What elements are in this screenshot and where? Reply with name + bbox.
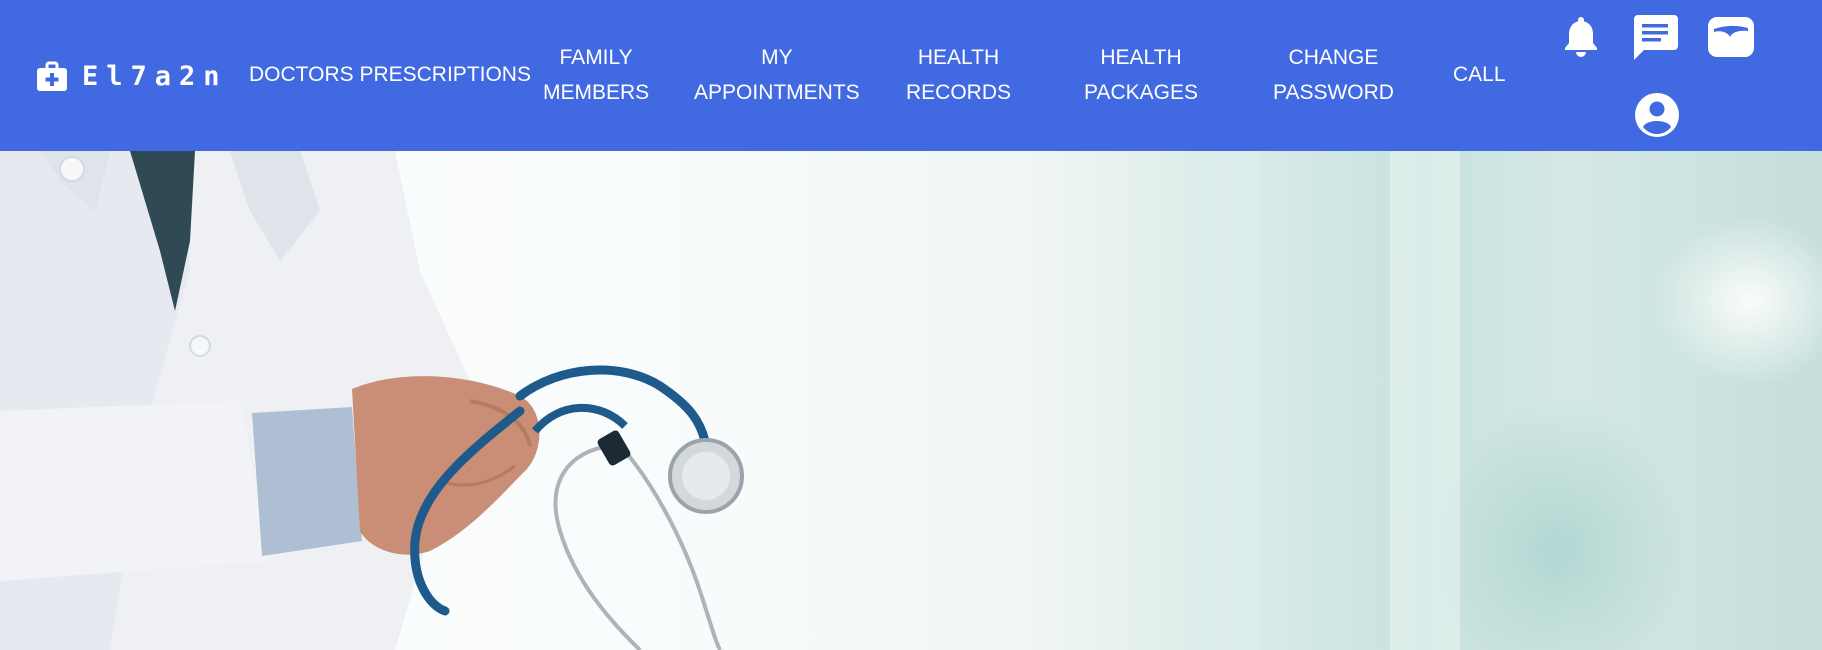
nav-label: CALL: [1453, 63, 1506, 86]
wallet-button[interactable]: [1708, 17, 1754, 57]
doctor-with-stethoscope-image: [0, 151, 1460, 650]
nav-label: MY: [761, 46, 793, 69]
chat-icon: [1634, 15, 1678, 60]
bell-icon: [1565, 17, 1597, 57]
hero-banner: [0, 151, 1822, 650]
nav-family-members[interactable]: FAMILY MEMBERS: [543, 40, 649, 110]
nav-label: FAMILY: [559, 46, 633, 69]
nav-change-password[interactable]: CHANGE PASSWORD: [1273, 40, 1394, 110]
nav-label: RECORDS: [906, 81, 1012, 104]
wallet-icon: [1708, 17, 1754, 57]
top-navbar: El7a2n DOCTORS PRESCRIPTIONS FAMILY MEMB…: [0, 0, 1822, 151]
notifications-button[interactable]: [1563, 15, 1599, 57]
messages-button[interactable]: [1632, 14, 1678, 60]
medical-kit-icon: [37, 61, 67, 91]
nav-health-packages[interactable]: HEALTH PACKAGES: [1084, 40, 1198, 110]
nav-label: HEALTH: [917, 46, 1000, 69]
brand-logo-link[interactable]: El7a2n: [36, 58, 228, 94]
nav-label: CHANGE: [1288, 46, 1379, 69]
account-icon: [1635, 93, 1679, 137]
account-button[interactable]: [1634, 92, 1680, 138]
nav-label: APPOINTMENTS: [694, 81, 860, 104]
nav-doctors-prescriptions[interactable]: DOCTORS PRESCRIPTIONS: [249, 57, 531, 92]
nav-label: HEALTH: [1100, 46, 1182, 69]
nav-label: PASSWORD: [1273, 81, 1394, 104]
nav-my-appointments[interactable]: MY APPOINTMENTS: [694, 40, 860, 110]
nav-label: DOCTORS PRESCRIPTIONS: [249, 63, 531, 86]
nav-label: MEMBERS: [543, 81, 650, 104]
brand-name: El7a2n: [82, 60, 228, 92]
nav-call[interactable]: CALL: [1453, 57, 1506, 92]
nav-label: PACKAGES: [1084, 81, 1198, 104]
nav-health-records[interactable]: HEALTH RECORDS: [906, 40, 1011, 110]
